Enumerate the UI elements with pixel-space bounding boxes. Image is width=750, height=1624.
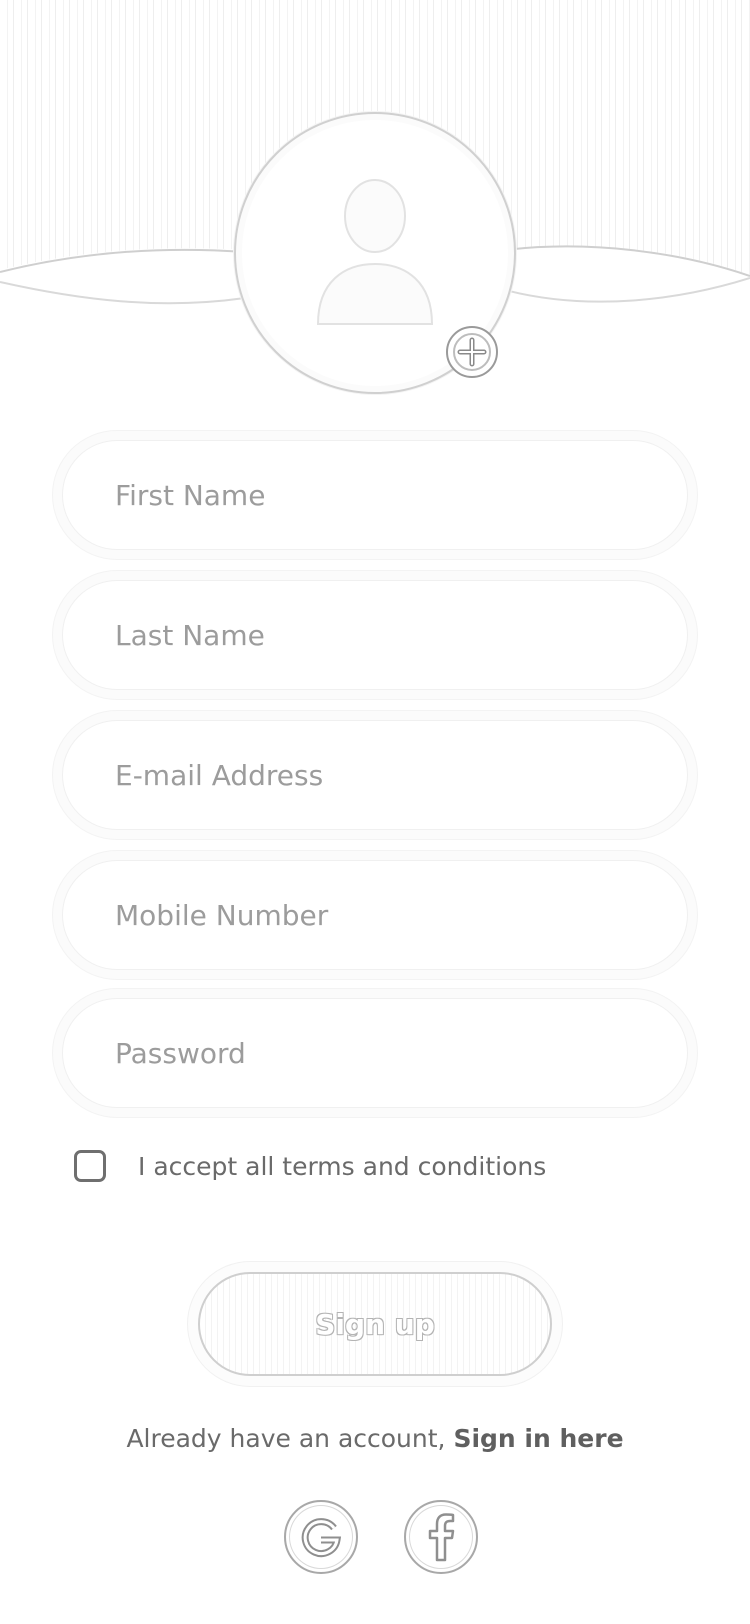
add-photo-button[interactable] [446, 326, 498, 378]
email-field[interactable] [62, 720, 688, 830]
facebook-icon [428, 1513, 455, 1562]
google-login-button[interactable] [284, 1500, 358, 1574]
sign-in-prefix: Already have an account, [126, 1424, 454, 1453]
last-name-field[interactable] [62, 580, 688, 690]
plus-circle-icon [453, 333, 491, 371]
mobile-input[interactable] [115, 861, 655, 969]
google-icon [301, 1518, 342, 1558]
last-name-input[interactable] [115, 581, 655, 689]
sign-in-link[interactable]: Sign in here [453, 1424, 623, 1453]
password-field[interactable] [62, 998, 688, 1108]
facebook-login-button[interactable] [404, 1500, 478, 1574]
mobile-field[interactable] [62, 860, 688, 970]
terms-label: I accept all terms and conditions [138, 1151, 547, 1181]
first-name-input[interactable] [115, 441, 655, 549]
password-input[interactable] [115, 999, 655, 1107]
sign-in-prompt: Already have an account, Sign in here [0, 1424, 750, 1453]
terms-checkbox[interactable] [74, 1150, 106, 1182]
email-input[interactable] [115, 721, 655, 829]
terms-row: I accept all terms and conditions [74, 1148, 546, 1184]
first-name-field[interactable] [62, 440, 688, 550]
sign-up-button[interactable]: Sign up [198, 1272, 552, 1376]
sign-up-label: Sign up [315, 1307, 435, 1341]
